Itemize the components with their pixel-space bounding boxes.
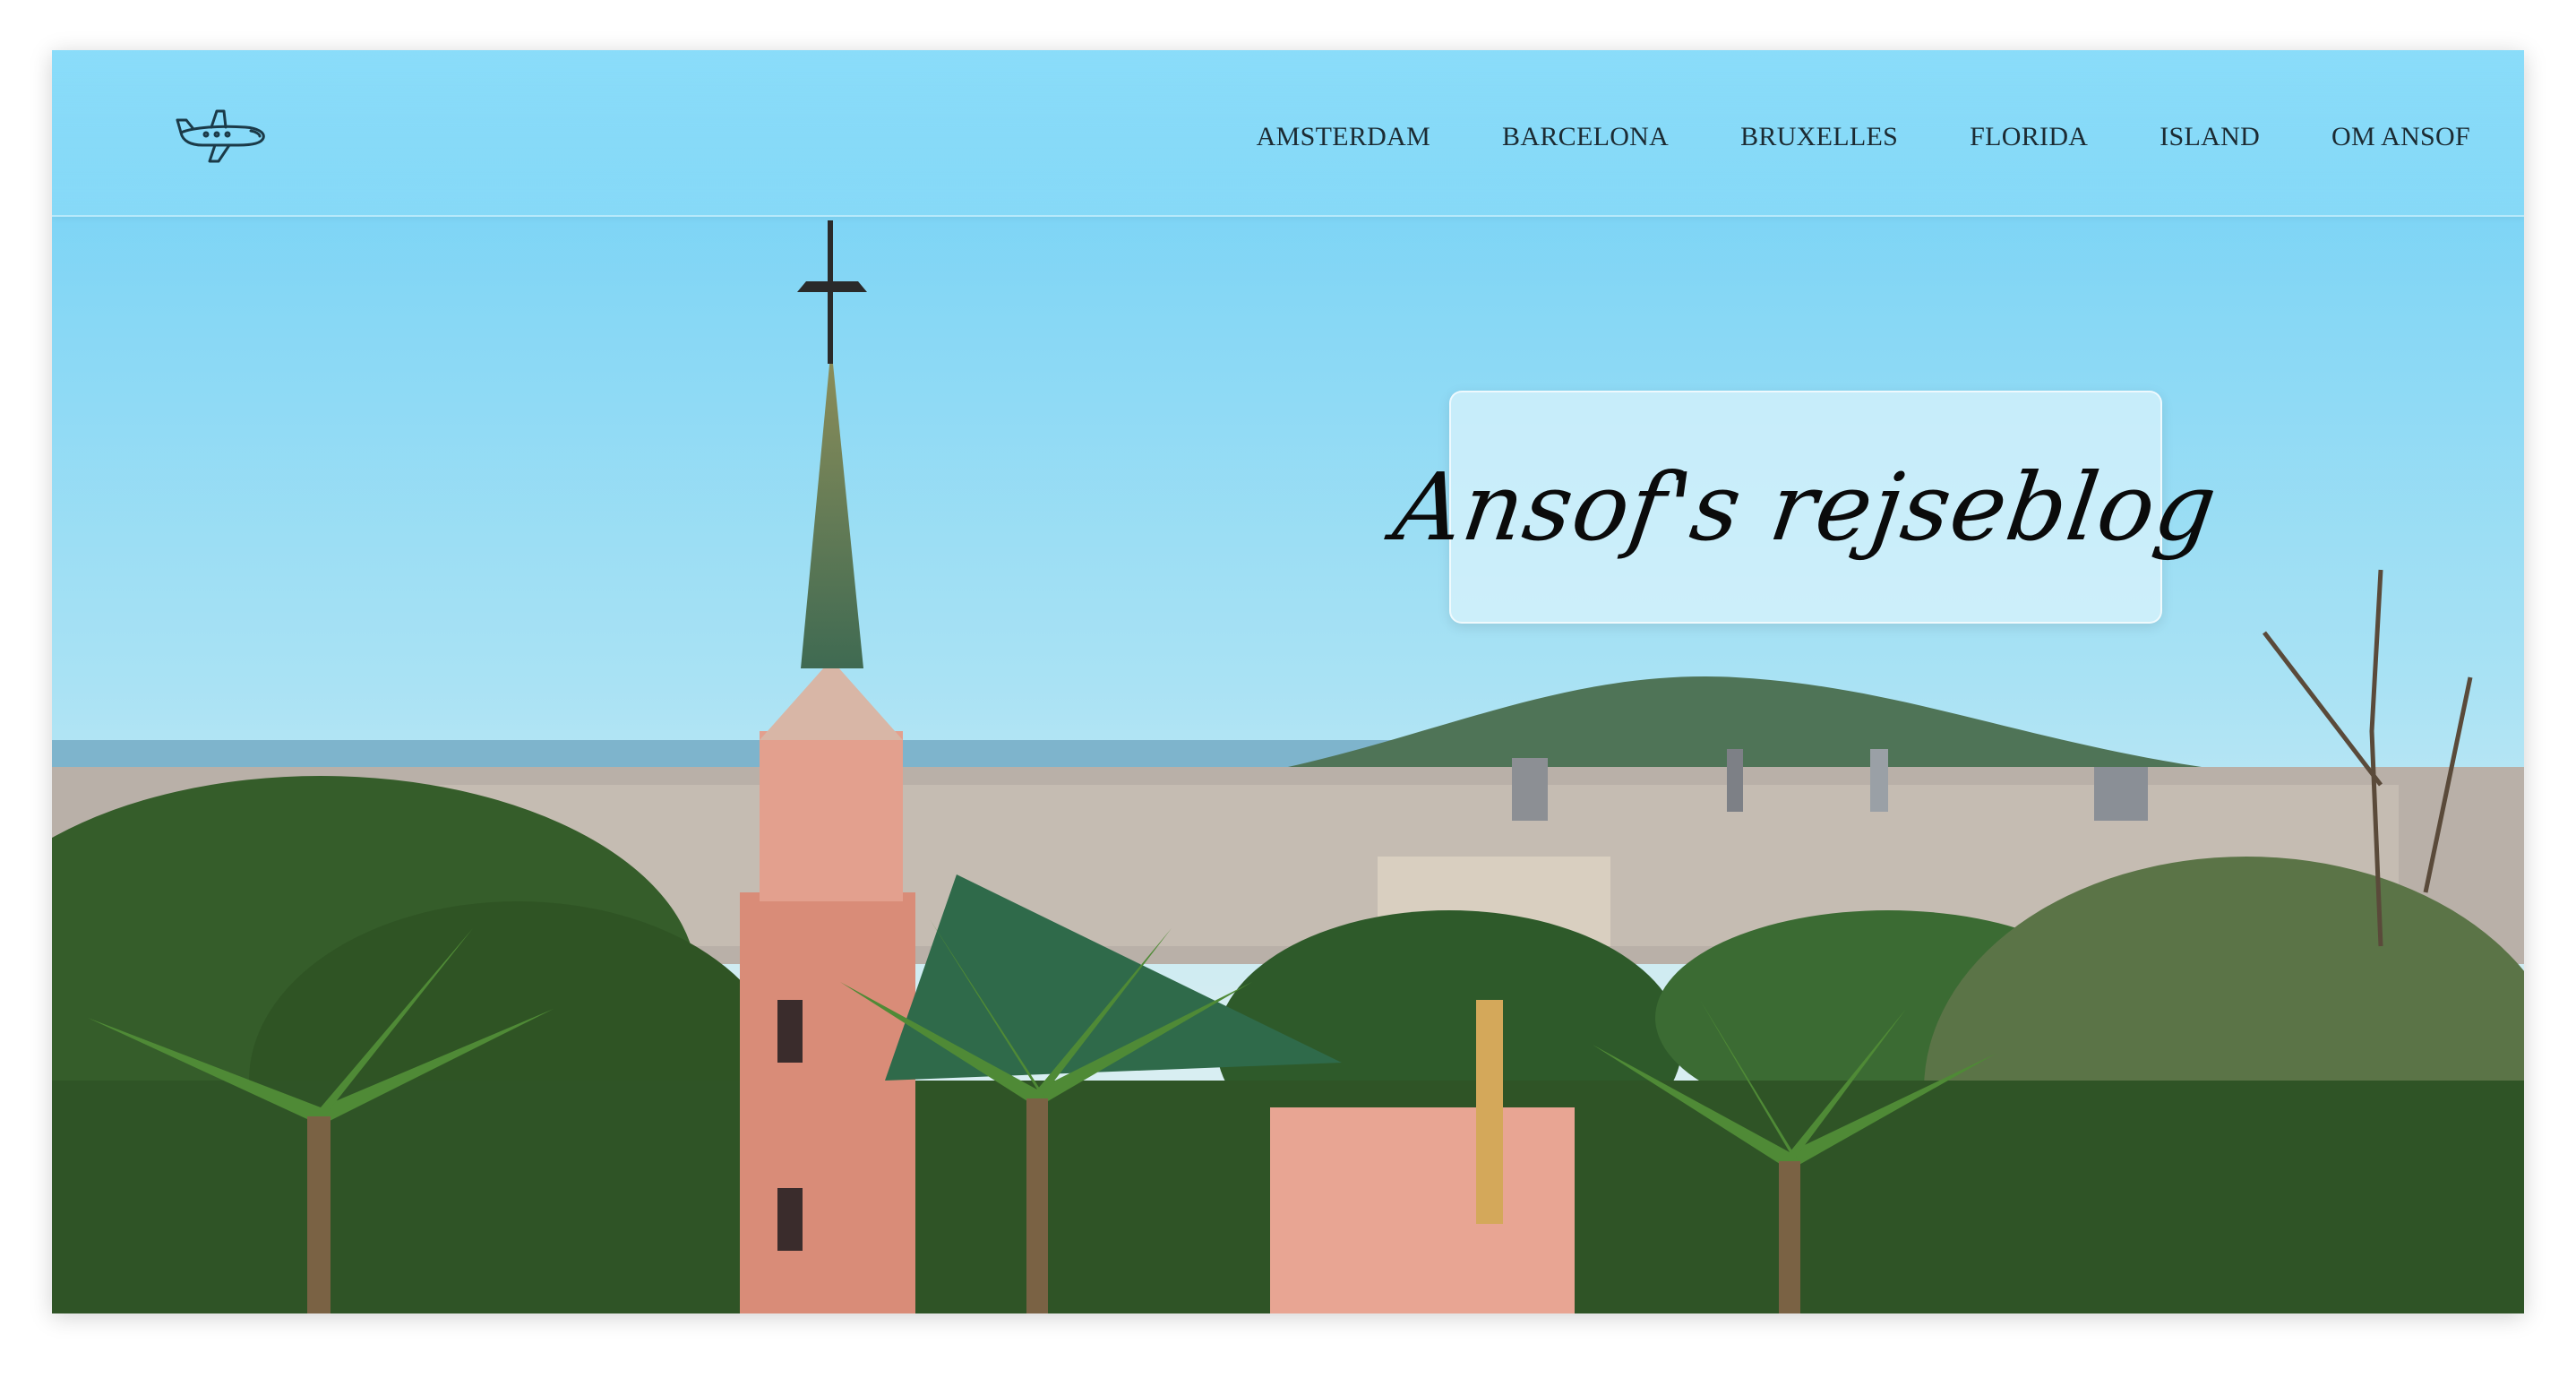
hero-image (52, 50, 2524, 1313)
nav-item-amsterdam[interactable]: AMSTERDAM (1257, 122, 1430, 152)
nav-item-bruxelles[interactable]: BRUXELLES (1740, 122, 1898, 152)
page-frame: AMSTERDAM BARCELONA BRUXELLES FLORIDA IS… (52, 50, 2524, 1313)
nav-item-om-ansof[interactable]: OM ANSOF (2331, 122, 2470, 152)
main-nav: AMSTERDAM BARCELONA BRUXELLES FLORIDA IS… (1257, 115, 2470, 159)
site-title: Ansof's rejseblog (1387, 452, 2224, 562)
airplane-icon[interactable] (176, 104, 269, 167)
header-navbar: AMSTERDAM BARCELONA BRUXELLES FLORIDA IS… (52, 50, 2524, 217)
nav-item-island[interactable]: ISLAND (2160, 122, 2260, 152)
nav-item-barcelona[interactable]: BARCELONA (1502, 122, 1669, 152)
site-title-card: Ansof's rejseblog (1387, 391, 2224, 624)
nav-item-florida[interactable]: FLORIDA (1970, 122, 2088, 152)
